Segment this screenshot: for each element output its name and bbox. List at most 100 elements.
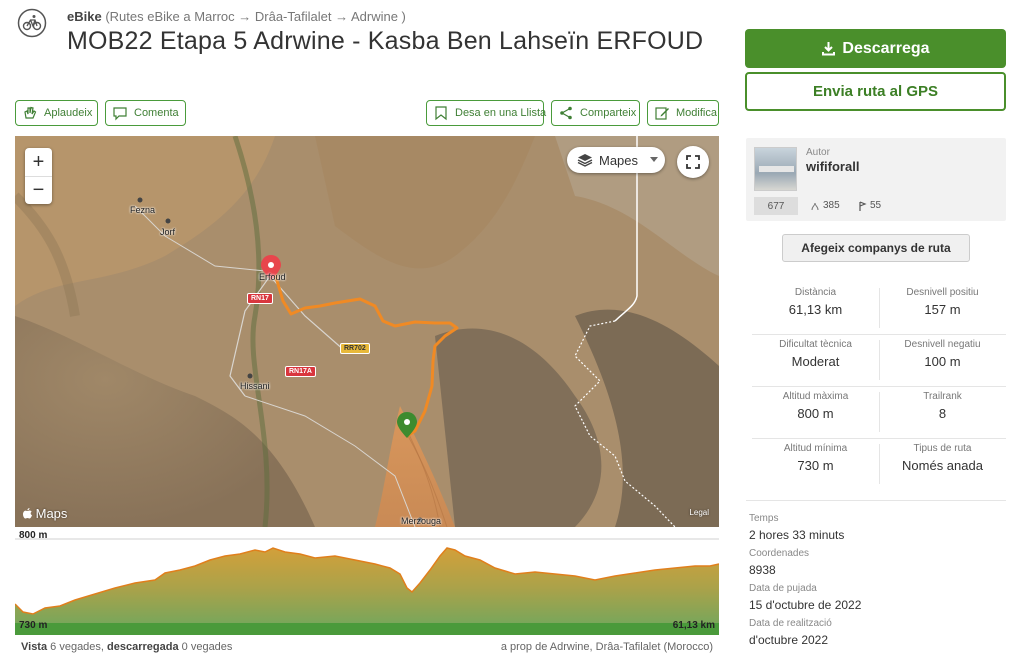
place-merzouga: Merzouga <box>401 516 442 526</box>
author-trail-count: 677 <box>754 197 798 215</box>
detail-label: Temps <box>749 513 779 524</box>
map-layer-button[interactable]: Mapes <box>567 147 665 173</box>
applaud-button[interactable]: Aplaudeix <box>15 100 98 126</box>
download-icon <box>822 42 836 56</box>
comment-label: Comenta <box>134 107 179 119</box>
stat-distance: Distància 61,13 km <box>752 282 879 334</box>
stat-label: Distància <box>794 287 837 298</box>
elevation-profile[interactable]: 800 m 730 m 61,13 km <box>15 528 719 635</box>
edit-label: Modifica <box>676 107 717 119</box>
ebike-icon <box>17 8 47 38</box>
stat-elevation-gain: Desnivell positiu 157 m <box>879 282 1006 334</box>
detail-value: d'octubre 2022 <box>749 633 829 647</box>
followers-icon <box>811 202 819 210</box>
share-label: Comparteix <box>580 107 637 119</box>
comment-button[interactable]: Comenta <box>105 100 186 126</box>
stat-trailrank: Trailrank 8 <box>879 386 1006 438</box>
stat-value: 157 m <box>924 302 961 317</box>
share-icon <box>560 106 572 120</box>
detail-coordinates: Coordenades 8938 <box>749 548 1006 577</box>
author-followers-count: 385 <box>823 200 840 211</box>
stat-value: 100 m <box>924 354 961 369</box>
stat-label: Trailrank <box>923 391 962 402</box>
fullscreen-button[interactable] <box>677 146 709 178</box>
hissani-dot <box>247 373 253 379</box>
save-list-label: Desa en una Llista <box>455 107 547 119</box>
applaud-label: Aplaudeix <box>44 107 93 119</box>
stat-label: Desnivell negatiu <box>904 339 981 350</box>
share-button[interactable]: Comparteix <box>551 100 640 126</box>
detail-upload-date: Data de pujada 15 d'octubre de 2022 <box>749 583 1006 612</box>
detail-value: 15 d'octubre de 2022 <box>749 598 862 612</box>
bookmark-icon <box>435 106 447 121</box>
add-companions-button[interactable]: Afegeix companys de ruta <box>782 234 970 262</box>
page-title: MOB22 Etapa 5 Adrwine - Kasba Ben Lahseï… <box>67 27 704 55</box>
stat-value: 61,13 km <box>788 302 843 317</box>
stat-value: 8 <box>938 406 947 421</box>
road-rn17: RN17 <box>247 293 273 304</box>
apple-logo-icon <box>23 508 32 519</box>
stat-vdivider <box>879 444 880 484</box>
road-rr702: RR702 <box>340 343 370 354</box>
route-map[interactable]: Fezna Jorf Erfoud Hissani Merzouga RN17 … <box>15 136 719 527</box>
fezna-dot <box>137 197 143 203</box>
elevation-min-label: 730 m <box>19 620 48 631</box>
stat-label: Tipus de ruta <box>913 443 972 454</box>
stat-value: 800 m <box>797 406 834 421</box>
legal-link[interactable]: Legal <box>689 508 709 517</box>
flag-icon <box>859 200 867 211</box>
detail-value: 2 hores 33 minuts <box>749 528 845 542</box>
edit-icon <box>655 107 669 120</box>
breadcrumb: eBike (Rutes eBike a Marroc → Drâa-Tafil… <box>67 9 406 24</box>
place-erfoud: Erfoud <box>259 272 286 282</box>
stat-elevation-loss: Desnivell negatiu 100 m <box>879 334 1006 386</box>
save-list-button[interactable]: Desa en una Llista <box>426 100 547 126</box>
views-label: Vista <box>21 641 48 653</box>
trail-details: Temps 2 hores 33 minuts Coordenades 8938… <box>749 513 1006 653</box>
stat-label: Altitud mínima <box>783 443 848 454</box>
nearby-location[interactable]: a prop de Adrwine, Drâa-Tafilalet (Moroc… <box>501 641 713 653</box>
zoom-controls: + − <box>25 148 52 204</box>
zoom-out-button[interactable]: − <box>25 176 52 204</box>
stat-value: Moderat <box>791 354 840 369</box>
send-gps-button[interactable]: Envia ruta al GPS <box>745 72 1006 111</box>
sport-type[interactable]: eBike <box>67 9 102 24</box>
author-following: 55 <box>857 200 881 211</box>
author-label: Autor <box>806 147 830 158</box>
breadcrumb-path[interactable]: (Rutes eBike a Marroc → Drâa-Tafilalet →… <box>105 9 406 24</box>
zoom-in-button[interactable]: + <box>25 148 52 176</box>
author-card: Autor wififorall 677 385 55 <box>746 138 1006 221</box>
detail-value: 8938 <box>749 563 776 577</box>
view-count: Vista 6 vegades, descarregada 0 vegades <box>21 641 232 653</box>
stat-vdivider <box>879 392 880 432</box>
clap-icon <box>24 106 37 119</box>
download-label: Descarrega <box>842 39 930 57</box>
detail-time: Temps 2 hores 33 minuts <box>749 513 1006 542</box>
map-layer-label: Mapes <box>599 152 639 168</box>
stat-value: 730 m <box>797 458 834 473</box>
stat-max-altitude: Altitud màxima 800 m <box>752 386 879 438</box>
author-avatar[interactable] <box>754 147 797 191</box>
map-attribution-label: Maps <box>35 506 68 521</box>
edit-button[interactable]: Modifica <box>647 100 719 126</box>
stat-vdivider <box>879 288 880 328</box>
downloads-label: descarregada <box>107 641 179 653</box>
downloads-text: 0 vegades <box>181 641 233 653</box>
detail-recorded-date: Data de realització d'octubre 2022 <box>749 618 1006 647</box>
author-name[interactable]: wififorall <box>806 159 859 174</box>
details-divider <box>746 500 1006 501</box>
chevron-down-icon <box>650 157 659 162</box>
stat-route-type: Tipus de ruta Només anada <box>879 438 1006 490</box>
road-rn17a: RN17A <box>285 366 316 377</box>
layers-icon <box>577 154 593 167</box>
author-following-count: 55 <box>870 200 882 211</box>
stat-label: Dificultat tècnica <box>779 339 852 350</box>
elevation-max-label: 800 m <box>19 530 48 541</box>
detail-label: Data de pujada <box>749 583 817 594</box>
author-followers: 385 <box>810 200 840 211</box>
stat-label: Desnivell positiu <box>906 287 979 298</box>
elevation-chart <box>15 538 719 635</box>
stat-label: Altitud màxima <box>782 391 849 402</box>
jorf-dot <box>165 218 171 224</box>
download-button[interactable]: Descarrega <box>745 29 1006 68</box>
